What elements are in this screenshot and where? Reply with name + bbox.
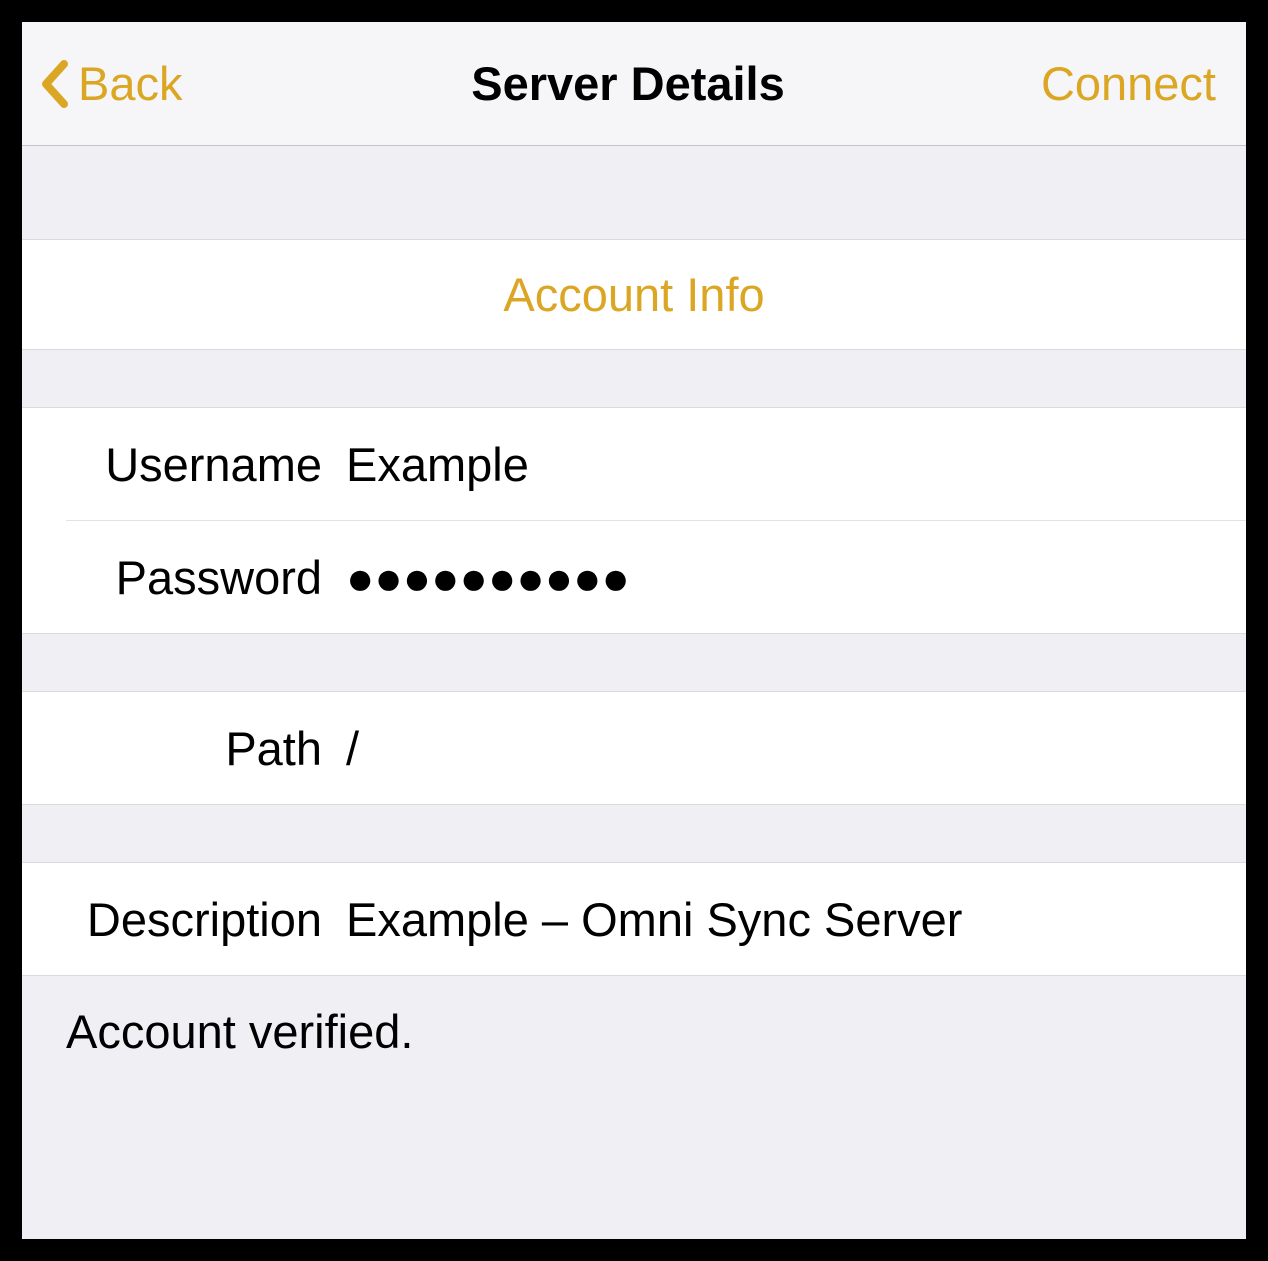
- description-group: Description: [22, 863, 1246, 976]
- section-spacer: [22, 805, 1246, 863]
- path-row[interactable]: Path: [22, 692, 1246, 804]
- username-input[interactable]: [346, 437, 1246, 492]
- password-row[interactable]: Password ●●●●●●●●●●: [22, 521, 1246, 633]
- section-spacer: [22, 350, 1246, 408]
- account-info-button[interactable]: Account Info: [22, 240, 1246, 350]
- credentials-group: Username Password ●●●●●●●●●●: [22, 408, 1246, 634]
- status-footer: Account verified.: [22, 976, 1246, 1087]
- path-input[interactable]: [346, 721, 1246, 776]
- path-group: Path: [22, 692, 1246, 805]
- navigation-bar: Back Server Details Connect: [22, 22, 1246, 146]
- back-button-label: Back: [78, 56, 183, 111]
- description-label: Description: [66, 892, 346, 947]
- section-spacer: [22, 634, 1246, 692]
- description-row[interactable]: Description: [22, 863, 1246, 975]
- page-title: Server Details: [290, 56, 966, 111]
- account-info-label: Account Info: [503, 267, 764, 322]
- connect-button-label: Connect: [1041, 57, 1216, 110]
- password-input[interactable]: ●●●●●●●●●●: [346, 550, 1246, 605]
- section-spacer: [22, 146, 1246, 240]
- device-frame: Back Server Details Connect Account Info…: [0, 0, 1268, 1261]
- chevron-left-icon: [40, 60, 68, 108]
- password-label: Password: [66, 550, 346, 605]
- path-label: Path: [66, 721, 346, 776]
- back-button[interactable]: Back: [40, 56, 290, 111]
- screen: Back Server Details Connect Account Info…: [22, 22, 1246, 1239]
- connect-button[interactable]: Connect: [966, 56, 1216, 111]
- username-row[interactable]: Username: [22, 408, 1246, 520]
- username-label: Username: [66, 437, 346, 492]
- description-input[interactable]: [346, 892, 1246, 947]
